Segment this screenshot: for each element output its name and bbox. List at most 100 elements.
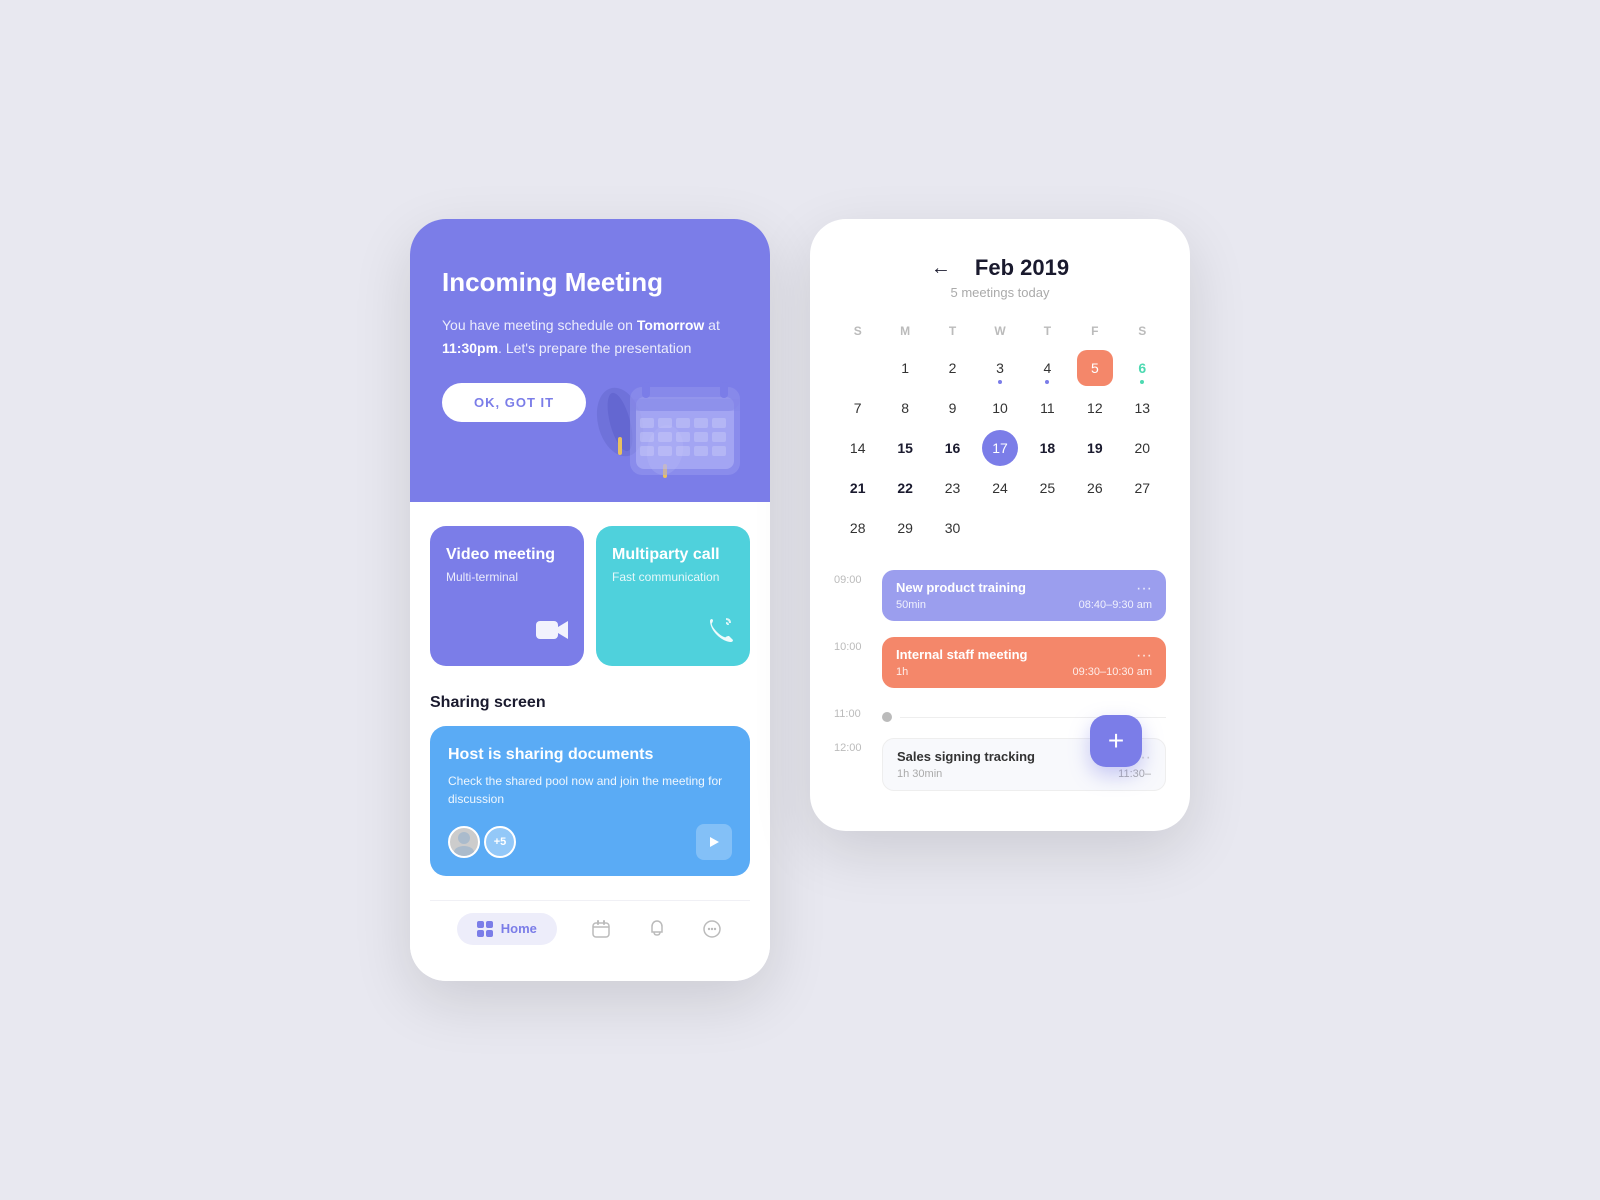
cal-day-7[interactable]: 7: [840, 390, 876, 426]
sharing-section-title: Sharing screen: [430, 694, 750, 712]
timeline-current-dot: [882, 712, 892, 722]
event-range-internal: 09:30–10:30 am: [1072, 666, 1152, 678]
cal-day-12[interactable]: 12: [1077, 390, 1113, 426]
event-range-training: 08:40–9:30 am: [1079, 599, 1152, 611]
cal-day-1[interactable]: 1: [887, 350, 923, 386]
multiparty-call-card[interactable]: Multiparty call Fast communication: [596, 526, 750, 666]
cal-day-6[interactable]: 6: [1124, 350, 1160, 386]
cal-day-28[interactable]: 28: [840, 510, 876, 546]
cal-day-20[interactable]: 20: [1124, 430, 1160, 466]
phone-left: Incoming Meeting You have meeting schedu…: [410, 219, 770, 981]
time-slot-0900: 09:00 New product training ··· 50min 08:…: [834, 570, 1166, 621]
cal-day-17-selected[interactable]: 17: [982, 430, 1018, 466]
cal-day-29[interactable]: 29: [887, 510, 923, 546]
sharing-card[interactable]: Host is sharing documents Check the shar…: [430, 726, 750, 876]
sharing-card-footer: +5: [448, 824, 732, 860]
cal-day-19[interactable]: 19: [1077, 430, 1113, 466]
avatar-user: [448, 826, 480, 858]
time-label-1000: 10:00: [834, 637, 870, 653]
video-meeting-card[interactable]: Video meeting Multi-terminal: [430, 526, 584, 666]
cal-day-13[interactable]: 13: [1124, 390, 1160, 426]
cal-day-10[interactable]: 10: [982, 390, 1018, 426]
back-button[interactable]: ←: [931, 257, 951, 280]
desc-rest: . Let's prepare the presentation: [498, 340, 691, 356]
event-meta-sales: 1h 30min 11:30–: [897, 768, 1151, 780]
avatar-group: +5: [448, 826, 516, 858]
cal-day-2[interactable]: 2: [935, 350, 971, 386]
add-event-button[interactable]: +: [1090, 715, 1142, 767]
home-nav-label: Home: [501, 921, 537, 936]
day-header-s: S: [834, 320, 881, 342]
cal-day-27[interactable]: 27: [1124, 470, 1160, 506]
calendar-day-headers: S M T W T F S: [834, 320, 1166, 342]
cal-day-30[interactable]: 30: [935, 510, 971, 546]
calendar-month: Feb 2019: [975, 255, 1069, 281]
desc-at: at: [704, 317, 720, 333]
cal-day-22[interactable]: 22: [887, 470, 923, 506]
day-header-s2: S: [1119, 320, 1166, 342]
cal-day-23[interactable]: 23: [935, 470, 971, 506]
phone-body: Video meeting Multi-terminal Multiparty …: [410, 502, 770, 981]
home-nav-item[interactable]: Home: [457, 913, 557, 945]
event-title-internal: Internal staff meeting: [896, 647, 1027, 662]
cal-day-16[interactable]: 16: [935, 430, 971, 466]
video-meeting-title: Video meeting: [446, 546, 568, 564]
calendar-header: ← Feb 2019: [834, 255, 1166, 281]
event-title-training: New product training: [896, 580, 1026, 595]
meeting-cards: Video meeting Multi-terminal Multiparty …: [430, 526, 750, 666]
bottom-nav: Home: [430, 900, 750, 961]
cal-day-25[interactable]: 25: [1029, 470, 1065, 506]
play-button[interactable]: [696, 824, 732, 860]
event-meta-training: 50min 08:40–9:30 am: [896, 599, 1152, 611]
home-grid-icon: [477, 921, 493, 937]
cal-day-26[interactable]: 26: [1077, 470, 1113, 506]
chat-icon: [701, 918, 723, 940]
cal-day-8[interactable]: 8: [887, 390, 923, 426]
calendar-icon: [590, 918, 612, 940]
cal-day-15[interactable]: 15: [887, 430, 923, 466]
calendar-days: 1 2 3 4 5 6 7 8 9 10 11 12 13 14 15: [834, 350, 1166, 546]
event-range-sales: 11:30–: [1118, 768, 1151, 780]
event-menu-training[interactable]: ···: [1136, 580, 1152, 598]
day-header-w: W: [976, 320, 1023, 342]
cal-day-14[interactable]: 14: [840, 430, 876, 466]
event-menu-internal[interactable]: ···: [1136, 647, 1152, 665]
event-duration-sales: 1h 30min: [897, 768, 942, 780]
meeting-description: You have meeting schedule on Tomorrow at…: [442, 314, 738, 359]
app-container: Incoming Meeting You have meeting schedu…: [410, 219, 1190, 981]
cal-day-4[interactable]: 4: [1029, 350, 1065, 386]
day-header-m: M: [881, 320, 928, 342]
event-title-sales: Sales signing tracking: [897, 749, 1035, 764]
cal-day-24[interactable]: 24: [982, 470, 1018, 506]
cal-day-18[interactable]: 18: [1029, 430, 1065, 466]
cal-day-11[interactable]: 11: [1029, 390, 1065, 426]
event-internal-meeting[interactable]: Internal staff meeting ··· 1h 09:30–10:3…: [882, 637, 1166, 688]
calendar-grid: S M T W T F S 1 2 3 4 5 6: [834, 320, 1166, 546]
phone-header: Incoming Meeting You have meeting schedu…: [410, 219, 770, 502]
chat-nav-item[interactable]: [701, 918, 723, 940]
phone-right: ← Feb 2019 5 meetings today S M T W T F …: [810, 219, 1190, 831]
cal-day-9[interactable]: 9: [935, 390, 971, 426]
incoming-meeting-title: Incoming Meeting: [442, 267, 738, 298]
multiparty-sub: Fast communication: [612, 570, 734, 584]
event-duration-internal: 1h: [896, 666, 908, 678]
time-label-1200: 12:00: [834, 738, 870, 754]
desc-tomorrow: Tomorrow: [637, 317, 704, 333]
cal-day-21[interactable]: 21: [840, 470, 876, 506]
event-duration-training: 50min: [896, 599, 926, 611]
decorative-calendar: [620, 372, 750, 482]
cal-day-5-today[interactable]: 5: [1077, 350, 1113, 386]
phone-right-inner: ← Feb 2019 5 meetings today S M T W T F …: [834, 255, 1166, 791]
desc-time: 11:30pm: [442, 340, 498, 356]
cal-day-3[interactable]: 3: [982, 350, 1018, 386]
cal-day-empty1: [840, 350, 876, 386]
ok-got-it-button[interactable]: OK, GOT IT: [442, 383, 586, 422]
bell-nav-item[interactable]: [646, 918, 668, 940]
phone-icon: [706, 615, 734, 650]
event-meta-internal: 1h 09:30–10:30 am: [896, 666, 1152, 678]
sharing-card-desc: Check the shared pool now and join the m…: [448, 772, 732, 808]
event-new-product-training[interactable]: New product training ··· 50min 08:40–9:3…: [882, 570, 1166, 621]
time-slot-1000: 10:00 Internal staff meeting ··· 1h 09:3…: [834, 637, 1166, 688]
desc-part1: You have meeting schedule on: [442, 317, 637, 333]
calendar-nav-item[interactable]: [590, 918, 612, 940]
